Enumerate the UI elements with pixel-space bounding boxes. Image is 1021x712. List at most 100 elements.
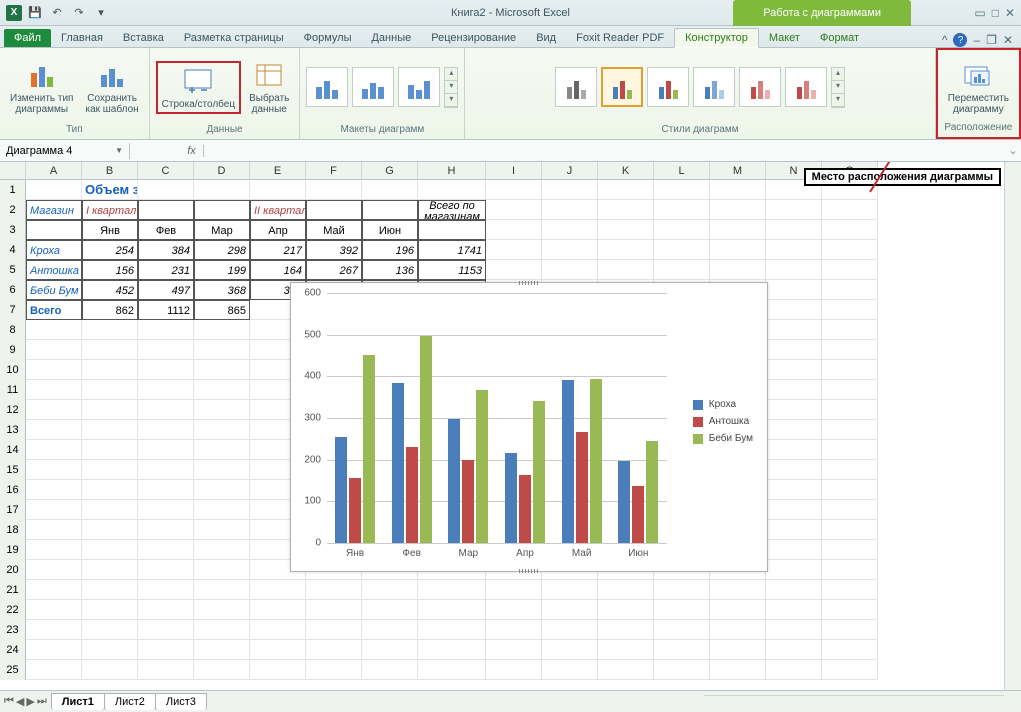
redo-icon[interactable]: ↷: [70, 4, 88, 22]
cell[interactable]: [486, 180, 542, 200]
row-header[interactable]: 20: [0, 560, 26, 580]
cell[interactable]: [766, 480, 822, 500]
minimize-ribbon-icon[interactable]: ^: [942, 33, 948, 47]
cell[interactable]: [486, 220, 542, 240]
row-header[interactable]: 17: [0, 500, 26, 520]
chart-bar[interactable]: [562, 380, 574, 543]
cell[interactable]: [710, 620, 766, 640]
cell[interactable]: 1112: [138, 300, 194, 320]
cell[interactable]: [362, 580, 418, 600]
help-icon[interactable]: ?: [953, 33, 967, 47]
cell[interactable]: [710, 640, 766, 660]
cell[interactable]: [486, 200, 542, 220]
doc-restore-icon[interactable]: ❐: [986, 33, 997, 47]
minimize-icon[interactable]: ▭: [974, 6, 985, 20]
cell[interactable]: [822, 200, 878, 220]
undo-icon[interactable]: ↶: [48, 4, 66, 22]
cell[interactable]: [82, 360, 138, 380]
cell[interactable]: [82, 580, 138, 600]
row-header[interactable]: 16: [0, 480, 26, 500]
cell[interactable]: [766, 660, 822, 680]
cell[interactable]: [26, 580, 82, 600]
name-box[interactable]: Диаграмма 4▼: [0, 143, 130, 159]
cell[interactable]: [822, 620, 878, 640]
cell[interactable]: [542, 180, 598, 200]
cell[interactable]: [766, 220, 822, 240]
doc-close-icon[interactable]: ✕: [1003, 33, 1013, 47]
cell[interactable]: [418, 660, 486, 680]
cell[interactable]: [362, 180, 418, 200]
cell[interactable]: [82, 420, 138, 440]
cell[interactable]: [26, 520, 82, 540]
cell[interactable]: [82, 480, 138, 500]
column-header[interactable]: K: [598, 162, 654, 180]
chart-bar[interactable]: [618, 461, 630, 543]
cell[interactable]: Апр: [250, 220, 306, 240]
move-chart-button[interactable]: Переместить диаграмму: [944, 57, 1013, 117]
tab-page-layout[interactable]: Разметка страницы: [174, 29, 294, 47]
cell[interactable]: [26, 180, 82, 200]
cell[interactable]: [822, 360, 878, 380]
cell[interactable]: 298: [194, 240, 250, 260]
sheet-nav-buttons[interactable]: ⏮◀▶⏭: [0, 695, 51, 708]
cell[interactable]: Всего: [26, 300, 82, 320]
cell[interactable]: [194, 380, 250, 400]
cell[interactable]: [766, 500, 822, 520]
cell[interactable]: [26, 600, 82, 620]
chart-legend[interactable]: КрохаАнтошкаБеби Бум: [693, 393, 753, 450]
column-header[interactable]: A: [26, 162, 82, 180]
cell[interactable]: [306, 640, 362, 660]
cell[interactable]: [194, 520, 250, 540]
tab-insert[interactable]: Вставка: [113, 29, 174, 47]
cell[interactable]: [26, 380, 82, 400]
cell[interactable]: [138, 320, 194, 340]
cell[interactable]: [26, 640, 82, 660]
cell[interactable]: [82, 400, 138, 420]
cell[interactable]: [654, 660, 710, 680]
cell[interactable]: [654, 220, 710, 240]
legend-item[interactable]: Беби Бум: [693, 433, 753, 444]
cell[interactable]: [250, 660, 306, 680]
chevron-down-icon[interactable]: ▼: [115, 146, 123, 155]
column-header[interactable]: F: [306, 162, 362, 180]
cell[interactable]: [822, 600, 878, 620]
cell[interactable]: [766, 340, 822, 360]
cell[interactable]: [542, 200, 598, 220]
cell[interactable]: [138, 200, 194, 220]
cell[interactable]: [138, 460, 194, 480]
chart-bar[interactable]: [363, 355, 375, 543]
chart-bar[interactable]: [406, 447, 418, 543]
cell[interactable]: [822, 300, 878, 320]
cell[interactable]: [822, 540, 878, 560]
cell[interactable]: [250, 580, 306, 600]
cell[interactable]: [418, 180, 486, 200]
column-header[interactable]: I: [486, 162, 542, 180]
change-chart-type-button[interactable]: Изменить тип диаграммы: [6, 57, 77, 117]
cell[interactable]: [306, 200, 362, 220]
row-header[interactable]: 23: [0, 620, 26, 640]
cell[interactable]: [82, 660, 138, 680]
cell[interactable]: [82, 540, 138, 560]
column-header[interactable]: M: [710, 162, 766, 180]
cell[interactable]: [598, 640, 654, 660]
cell[interactable]: [82, 440, 138, 460]
cell[interactable]: [194, 540, 250, 560]
cell[interactable]: [486, 600, 542, 620]
cell[interactable]: [542, 220, 598, 240]
row-header[interactable]: 7: [0, 300, 26, 320]
close-icon[interactable]: ✕: [1005, 6, 1015, 20]
cell[interactable]: [710, 580, 766, 600]
cell[interactable]: [194, 420, 250, 440]
cell[interactable]: Кроха: [26, 240, 82, 260]
cell[interactable]: 452: [82, 280, 138, 300]
chart-bar[interactable]: [349, 478, 361, 543]
cell[interactable]: [82, 340, 138, 360]
cell[interactable]: [766, 640, 822, 660]
cell[interactable]: [194, 480, 250, 500]
row-header[interactable]: 21: [0, 580, 26, 600]
chart-bar[interactable]: [505, 453, 517, 543]
row-header[interactable]: 3: [0, 220, 26, 240]
cell[interactable]: [82, 560, 138, 580]
row-header[interactable]: 4: [0, 240, 26, 260]
cell[interactable]: [822, 420, 878, 440]
